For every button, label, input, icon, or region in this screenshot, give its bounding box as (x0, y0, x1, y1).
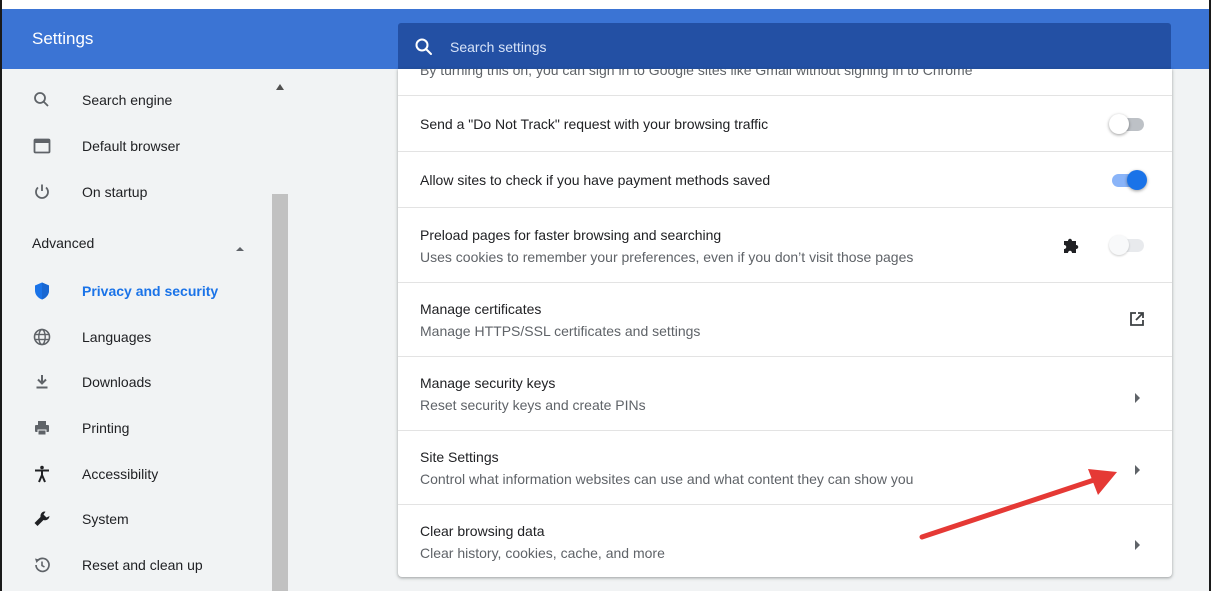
sidebar-scrollbar-thumb[interactable] (272, 194, 288, 591)
power-icon (32, 182, 52, 202)
setting-title: Allow sites to check if you have payment… (420, 172, 771, 188)
sidebar-item-label: Search engine (82, 92, 173, 108)
setting-title: Preload pages for faster browsing and se… (420, 227, 722, 243)
download-icon (32, 372, 52, 392)
sidebar-item-languages[interactable]: Languages (2, 314, 268, 360)
advanced-section-toggle[interactable]: Advanced (2, 221, 268, 267)
setting-description: Manage HTTPS/SSL certificates and settin… (420, 323, 701, 339)
setting-description: Reset security keys and create PINs (420, 397, 646, 413)
arrow-right-icon[interactable] (1134, 537, 1142, 550)
sidebar-item-label: On startup (82, 184, 148, 200)
setting-title: Send a "Do Not Track" request with your … (420, 116, 769, 132)
header-bar: Settings (2, 9, 1209, 71)
privacy-settings-card: By turning this on, you can sign in to G… (398, 69, 1172, 577)
toggle-knob (1109, 114, 1129, 134)
sidebar-item-on-startup[interactable]: On startup (2, 169, 268, 215)
printer-icon (32, 418, 52, 438)
clipped-description: By turning this on, you can sign in to G… (420, 69, 973, 78)
caret-up-icon (235, 240, 245, 251)
setting-row-preload-pages[interactable]: Preload pages for faster browsing and se… (398, 207, 1172, 282)
search-icon (32, 90, 52, 110)
arrow-right-icon[interactable] (1134, 390, 1142, 403)
preload-pages-toggle[interactable] (1109, 235, 1147, 255)
puzzle-icon[interactable] (1061, 235, 1081, 255)
setting-row-site-settings[interactable]: Site Settings Control what information w… (398, 430, 1172, 504)
setting-description: Control what information websites can us… (420, 471, 914, 487)
setting-row-clear-browsing-data[interactable]: Clear browsing data Clear history, cooki… (398, 504, 1172, 577)
accessibility-icon (32, 464, 52, 484)
sidebar-item-label: Privacy and security (82, 283, 219, 299)
sidebar-item-privacy-and-security[interactable]: Privacy and security (2, 268, 268, 314)
shield-icon (32, 281, 52, 301)
sidebar-item-label: System (82, 511, 129, 527)
browser-window-icon (32, 136, 52, 156)
scroll-up-arrow-icon[interactable] (276, 77, 284, 90)
globe-icon (32, 327, 52, 347)
setting-description: Uses cookies to remember your preference… (420, 249, 914, 265)
sidebar-item-label: Default browser (82, 138, 181, 154)
settings-window: Settings Search engine Default browser (0, 0, 1211, 591)
sidebar-item-label: Printing (82, 420, 130, 436)
sidebar-item-accessibility[interactable]: Accessibility (2, 451, 268, 497)
search-input[interactable] (450, 23, 1150, 71)
top-strip (2, 0, 1209, 9)
sidebar-item-label: Downloads (82, 374, 152, 390)
page-title: Settings (32, 29, 94, 48)
sidebar-item-printing[interactable]: Printing (2, 405, 268, 451)
arrow-right-icon[interactable] (1134, 462, 1142, 475)
payment-methods-toggle[interactable] (1109, 170, 1147, 190)
sidebar: Search engine Default browser On startup… (2, 69, 288, 591)
sidebar-item-system[interactable]: System (2, 496, 268, 542)
setting-title: Manage security keys (420, 375, 556, 391)
sidebar-item-downloads[interactable]: Downloads (2, 359, 268, 405)
setting-row-do-not-track[interactable]: Send a "Do Not Track" request with your … (398, 95, 1172, 151)
search-box[interactable] (398, 23, 1171, 71)
sidebar-item-search-engine[interactable]: Search engine (2, 77, 268, 123)
sidebar-item-default-browser[interactable]: Default browser (2, 123, 268, 169)
do-not-track-toggle[interactable] (1109, 114, 1147, 134)
restore-icon (32, 555, 52, 575)
setting-description: Clear history, cookies, cache, and more (420, 545, 665, 561)
sidebar-item-label: Accessibility (82, 466, 159, 482)
external-link-icon[interactable] (1128, 310, 1146, 328)
wrench-icon (32, 509, 52, 529)
setting-row-payment-methods[interactable]: Allow sites to check if you have payment… (398, 151, 1172, 207)
toggle-knob (1109, 235, 1129, 255)
sidebar-item-label: Reset and clean up (82, 557, 203, 573)
setting-title: Site Settings (420, 449, 499, 465)
setting-title: Clear browsing data (420, 523, 545, 539)
advanced-label: Advanced (32, 235, 95, 251)
search-icon (414, 37, 434, 57)
setting-title: Manage certificates (420, 301, 542, 317)
toggle-knob (1127, 170, 1147, 190)
setting-row-manage-certificates[interactable]: Manage certificates Manage HTTPS/SSL cer… (398, 282, 1172, 356)
setting-row-manage-security-keys[interactable]: Manage security keys Reset security keys… (398, 356, 1172, 430)
sidebar-item-reset-and-clean-up[interactable]: Reset and clean up (2, 542, 268, 588)
sidebar-item-label: Languages (82, 329, 152, 345)
